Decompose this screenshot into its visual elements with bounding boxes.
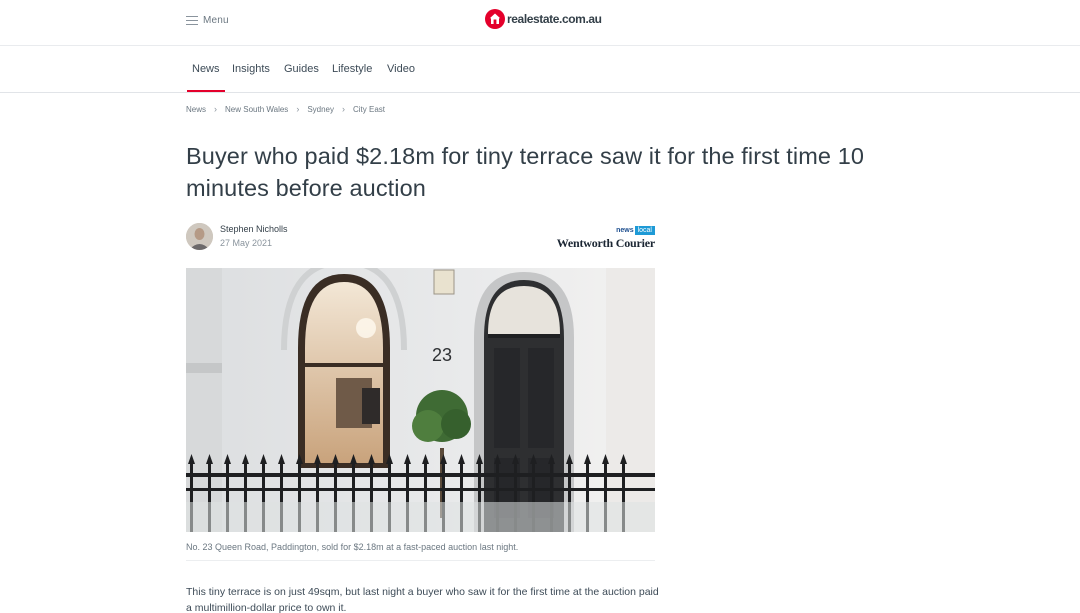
publisher-local-label: local <box>634 226 655 235</box>
breadcrumb-suburb[interactable]: City East <box>353 105 385 114</box>
publisher-news-label: news <box>616 227 634 234</box>
divider <box>186 560 655 561</box>
author-name[interactable]: Stephen Nicholls <box>220 224 288 234</box>
house-number: 23 <box>432 345 452 365</box>
publish-date: 27 May 2021 <box>220 238 273 248</box>
chevron-right-icon: › <box>296 104 300 114</box>
breadcrumb-state[interactable]: New South Wales <box>225 105 288 114</box>
chevron-right-icon: › <box>342 104 345 114</box>
site-logo[interactable]: realestate.com.au <box>485 9 602 29</box>
nav-item-video[interactable]: Video <box>387 63 415 75</box>
nav-item-lifestyle[interactable]: Lifestyle <box>332 63 372 75</box>
logo-text: realestate.com.au <box>507 12 602 26</box>
terrace-house-photo: 23 <box>186 268 655 532</box>
author-avatar[interactable] <box>186 223 213 250</box>
publisher-logo[interactable]: news local Wentworth Courier <box>543 226 655 250</box>
image-caption: No. 23 Queen Road, Paddington, sold for … <box>186 542 519 552</box>
section-nav: News Insights Guides Lifestyle Video <box>0 46 1080 93</box>
publisher-name: Wentworth Courier <box>556 236 655 250</box>
article-title: Buyer who paid $2.18m for tiny terrace s… <box>186 143 865 201</box>
hamburger-icon <box>186 15 198 25</box>
article-paragraph: This tiny terrace is on just 49sqm, but … <box>186 586 659 613</box>
breadcrumb-city[interactable]: Sydney <box>307 105 334 114</box>
nav-item-insights[interactable]: Insights <box>232 63 270 75</box>
menu-label: Menu <box>203 14 229 26</box>
nav-item-guides[interactable]: Guides <box>284 63 319 75</box>
house-logo-icon <box>485 9 505 29</box>
breadcrumb: News › New South Wales › Sydney › City E… <box>186 104 385 114</box>
nav-item-news[interactable]: News <box>187 63 224 92</box>
hero-image: 23 <box>186 268 655 532</box>
chevron-right-icon: › <box>214 104 218 114</box>
breadcrumb-news[interactable]: News <box>186 105 206 114</box>
site-header: Menu realestate.com.au <box>0 0 1080 46</box>
menu-button[interactable]: Menu <box>186 12 229 28</box>
